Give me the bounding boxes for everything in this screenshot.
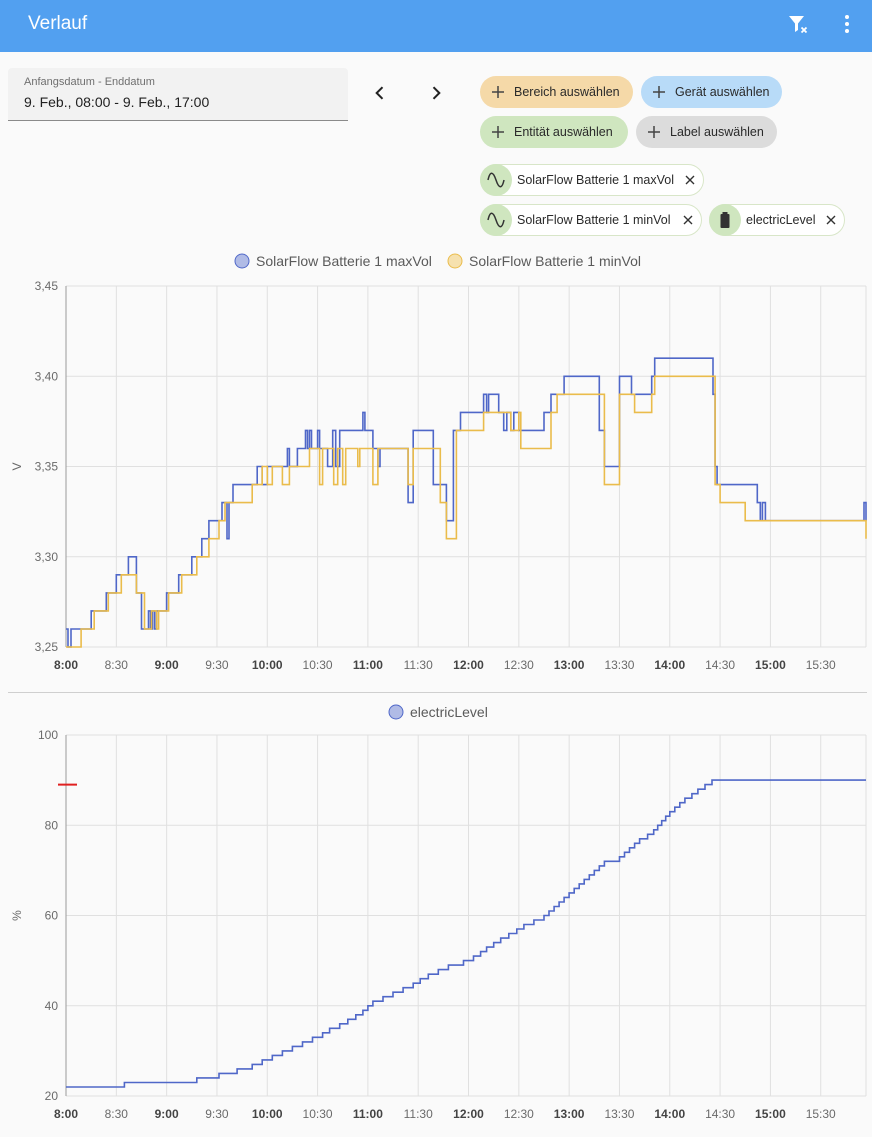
y-tick-label: 3,30	[35, 550, 59, 564]
y-tick-label: 60	[45, 909, 59, 923]
x-tick-label: 12:00	[453, 658, 484, 672]
remove-entity-button[interactable]	[683, 173, 697, 187]
legend-marker[interactable]	[234, 253, 250, 269]
select-entity-label: Entität auswählen	[514, 125, 613, 139]
selected-entity-chip[interactable]: electricLevel	[709, 204, 845, 236]
filter-remove-icon	[786, 12, 810, 41]
legend-marker[interactable]	[388, 704, 404, 720]
sine-wave-icon	[480, 204, 512, 236]
x-tick-label: 15:30	[806, 658, 836, 672]
x-tick-label: 9:30	[205, 658, 229, 672]
x-tick-label: 12:30	[504, 658, 534, 672]
x-tick-label: 13:00	[554, 1107, 585, 1121]
y-tick-label: 3,25	[35, 640, 59, 654]
y-tick-label: 3,35	[35, 460, 59, 474]
chevron-right-icon	[426, 83, 446, 108]
y-axis-label: %	[10, 910, 24, 921]
legend-label[interactable]: electricLevel	[410, 704, 488, 720]
x-tick-label: 10:30	[303, 1107, 333, 1121]
x-tick-label: 13:00	[554, 658, 585, 672]
x-tick-label: 8:30	[105, 658, 129, 672]
x-tick-label: 11:00	[353, 658, 383, 672]
y-tick-label: 3,40	[35, 369, 59, 383]
date-range-label: Anfangsdatum - Enddatum	[24, 76, 155, 88]
sine-wave-icon	[480, 164, 512, 196]
x-tick-label: 8:00	[54, 1107, 78, 1121]
x-tick-label: 9:30	[205, 1107, 229, 1121]
y-tick-label: 100	[38, 728, 58, 742]
selected-entity-label: SolarFlow Batterie 1 maxVol	[517, 173, 675, 187]
app-header: Verlauf	[0, 0, 872, 52]
x-tick-label: 15:30	[806, 1107, 836, 1121]
selected-entity-chip[interactable]: SolarFlow Batterie 1 minVol	[480, 204, 702, 236]
previous-range-button[interactable]	[364, 79, 396, 111]
legend-label[interactable]: SolarFlow Batterie 1 maxVol	[256, 253, 432, 269]
battery-icon	[709, 204, 741, 236]
x-tick-label: 12:00	[453, 1107, 484, 1121]
legend-label[interactable]: SolarFlow Batterie 1 minVol	[469, 253, 641, 269]
y-tick-label: 3,45	[35, 279, 59, 293]
select-label-chip[interactable]: Label auswählen	[636, 116, 777, 148]
selected-entity-label: SolarFlow Batterie 1 minVol	[517, 213, 671, 227]
x-tick-label: 11:30	[404, 1107, 433, 1121]
date-range-value: 9. Feb., 08:00 - 9. Feb., 17:00	[24, 94, 210, 110]
x-tick-label: 14:00	[654, 1107, 685, 1121]
x-tick-label: 9:00	[155, 658, 179, 672]
x-tick-label: 10:00	[252, 658, 283, 672]
x-tick-label: 11:00	[353, 1107, 383, 1121]
y-tick-label: 40	[45, 999, 59, 1013]
date-range-picker[interactable]: Anfangsdatum - Enddatum 9. Feb., 08:00 -…	[8, 68, 348, 121]
chevron-left-icon	[370, 83, 390, 108]
battery-level-chart[interactable]: electricLevel 20 40 60 80 100% 8:00 8:30 9:00 9:3…	[0, 696, 872, 1137]
x-tick-label: 13:30	[604, 1107, 634, 1121]
x-tick-label: 14:00	[654, 658, 685, 672]
next-range-button[interactable]	[420, 79, 452, 111]
plus-icon	[644, 122, 664, 142]
dots-vertical-icon	[835, 12, 859, 41]
x-tick-label: 8:30	[105, 1107, 129, 1121]
page-title: Verlauf	[28, 13, 88, 34]
series-line[interactable]	[66, 375, 867, 648]
plus-icon	[488, 82, 508, 102]
legend-marker[interactable]	[447, 253, 463, 269]
x-tick-label: 8:00	[54, 658, 78, 672]
x-tick-label: 11:30	[404, 658, 433, 672]
x-tick-label: 13:30	[604, 658, 634, 672]
x-tick-label: 12:30	[504, 1107, 534, 1121]
remove-entity-button[interactable]	[681, 213, 695, 227]
selected-entity-chip[interactable]: SolarFlow Batterie 1 maxVol	[480, 164, 704, 196]
select-device-label: Gerät auswählen	[675, 85, 770, 99]
x-tick-label: 15:00	[755, 658, 786, 672]
select-area-chip[interactable]: Bereich auswählen	[480, 76, 633, 108]
x-tick-label: 14:30	[705, 658, 735, 672]
y-axis-label: V	[10, 462, 24, 470]
select-entity-chip[interactable]: Entität auswählen	[480, 116, 628, 148]
remove-entity-button[interactable]	[824, 213, 838, 227]
voltage-chart[interactable]: SolarFlow Batterie 1 maxVol SolarFlow Bat…	[0, 244, 872, 684]
select-device-chip[interactable]: Gerät auswählen	[641, 76, 782, 108]
overflow-menu-button[interactable]	[829, 8, 865, 44]
select-area-label: Bereich auswählen	[514, 85, 620, 99]
clear-filter-button[interactable]	[780, 8, 816, 44]
x-tick-label: 9:00	[155, 1107, 179, 1121]
chart-divider	[8, 692, 867, 693]
selected-entity-label: electricLevel	[746, 213, 816, 227]
select-label-label: Label auswählen	[670, 125, 764, 139]
plus-icon	[488, 122, 508, 142]
x-tick-label: 10:00	[252, 1107, 283, 1121]
y-tick-label: 80	[45, 818, 59, 832]
x-tick-label: 14:30	[705, 1107, 735, 1121]
plus-icon	[649, 82, 669, 102]
x-tick-label: 15:00	[755, 1107, 786, 1121]
y-tick-label: 20	[45, 1089, 59, 1103]
x-tick-label: 10:30	[303, 658, 333, 672]
series-line[interactable]	[66, 779, 866, 1088]
